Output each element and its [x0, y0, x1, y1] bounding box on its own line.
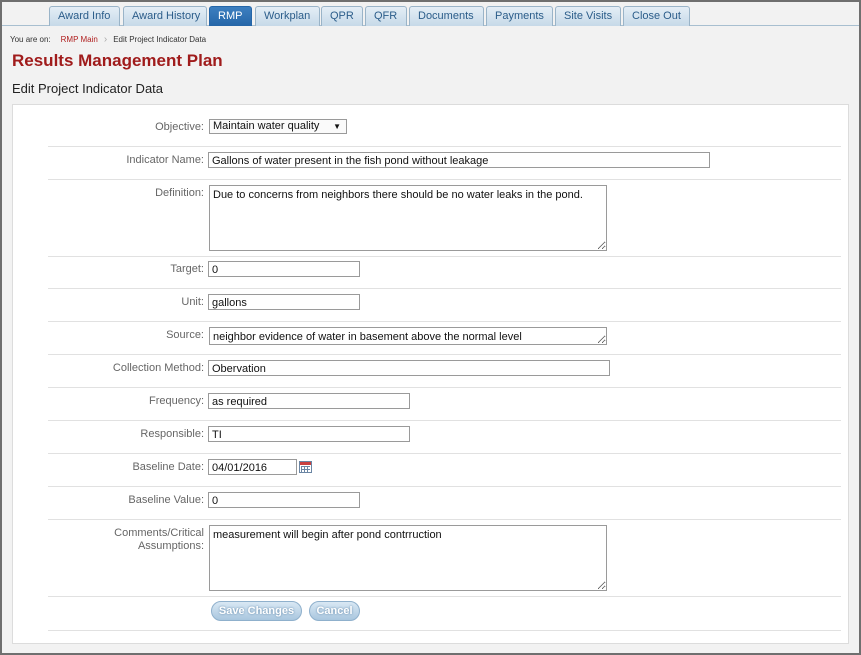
unit-input[interactable]: gallons	[208, 294, 360, 310]
baseline-value-input[interactable]: 0	[208, 492, 360, 508]
tab-qfr[interactable]: QFR	[365, 6, 407, 26]
definition-label: Definition:	[155, 187, 204, 199]
frequency-input[interactable]: as required	[208, 393, 410, 409]
responsible-label: Responsible:	[140, 428, 204, 440]
collection-method-label: Collection Method:	[112, 362, 204, 374]
save-changes-button[interactable]: Save Changes	[211, 601, 302, 621]
tab-bar: Award Info Award History RMP Workplan QP…	[2, 6, 859, 26]
baseline-date-input[interactable]: 04/01/2016	[208, 459, 297, 475]
objective-value: Maintain water quality	[213, 120, 320, 132]
frequency-label: Frequency:	[148, 395, 204, 407]
source-textarea[interactable]: neighbor evidence of water in basement a…	[209, 327, 607, 345]
objective-select[interactable]: Maintain water quality ▼	[209, 119, 347, 134]
breadcrumb-link-rmp-main[interactable]: RMP Main	[61, 35, 98, 44]
cancel-button[interactable]: Cancel	[309, 601, 360, 621]
section-title: Edit Project Indicator Data	[12, 81, 164, 96]
tab-workplan[interactable]: Workplan	[255, 6, 320, 26]
divider	[48, 387, 841, 388]
divider	[48, 420, 841, 421]
breadcrumb: You are on: RMP Main › Edit Project Indi…	[10, 32, 206, 46]
breadcrumb-current: Edit Project Indicator Data	[113, 34, 207, 44]
baseline-value-label: Baseline Value:	[128, 494, 204, 506]
source-label: Source:	[166, 329, 204, 341]
divider	[48, 596, 841, 597]
tab-documents[interactable]: Documents	[409, 6, 484, 26]
comments-label-line1: Comments/Critical	[114, 527, 204, 539]
divider	[48, 354, 841, 355]
divider	[48, 630, 841, 631]
responsible-input[interactable]: TI	[208, 426, 410, 442]
baseline-date-label: Baseline Date:	[132, 461, 204, 473]
target-label: Target:	[170, 263, 204, 275]
comments-label-line2: Assumptions:	[137, 540, 204, 552]
tab-rmp[interactable]: RMP	[209, 6, 252, 26]
tab-award-info[interactable]: Award Info	[49, 6, 120, 26]
tab-close-out[interactable]: Close Out	[623, 6, 690, 26]
target-input[interactable]: 0	[208, 261, 360, 277]
breadcrumb-label: You are on:	[10, 34, 51, 44]
breadcrumb-separator-icon: ›	[103, 33, 108, 45]
tab-site-visits[interactable]: Site Visits	[555, 6, 621, 26]
page-title: Results Management Plan	[12, 51, 223, 70]
divider	[48, 519, 841, 520]
collection-method-input[interactable]: Obervation	[208, 360, 610, 376]
divider	[48, 256, 841, 257]
divider	[48, 146, 841, 147]
definition-textarea[interactable]: Due to concerns from neighbors there sho…	[209, 185, 607, 251]
unit-label: Unit:	[181, 296, 204, 308]
calendar-icon[interactable]	[299, 461, 312, 473]
divider	[48, 179, 841, 180]
divider	[48, 288, 841, 289]
divider	[48, 321, 841, 322]
chevron-down-icon: ▼	[333, 122, 341, 131]
divider	[48, 453, 841, 454]
comments-textarea[interactable]: measurement will begin after pond contrr…	[209, 525, 607, 591]
tab-qpr[interactable]: QPR	[321, 6, 363, 26]
tab-payments[interactable]: Payments	[486, 6, 553, 26]
divider	[48, 486, 841, 487]
indicator-name-label: Indicator Name:	[126, 154, 204, 166]
objective-label: Objective:	[155, 121, 204, 133]
comments-label: Comments/Critical Assumptions:	[114, 527, 204, 553]
tab-award-history[interactable]: Award History	[123, 6, 207, 26]
indicator-name-input[interactable]: Gallons of water present in the fish pon…	[208, 152, 710, 168]
